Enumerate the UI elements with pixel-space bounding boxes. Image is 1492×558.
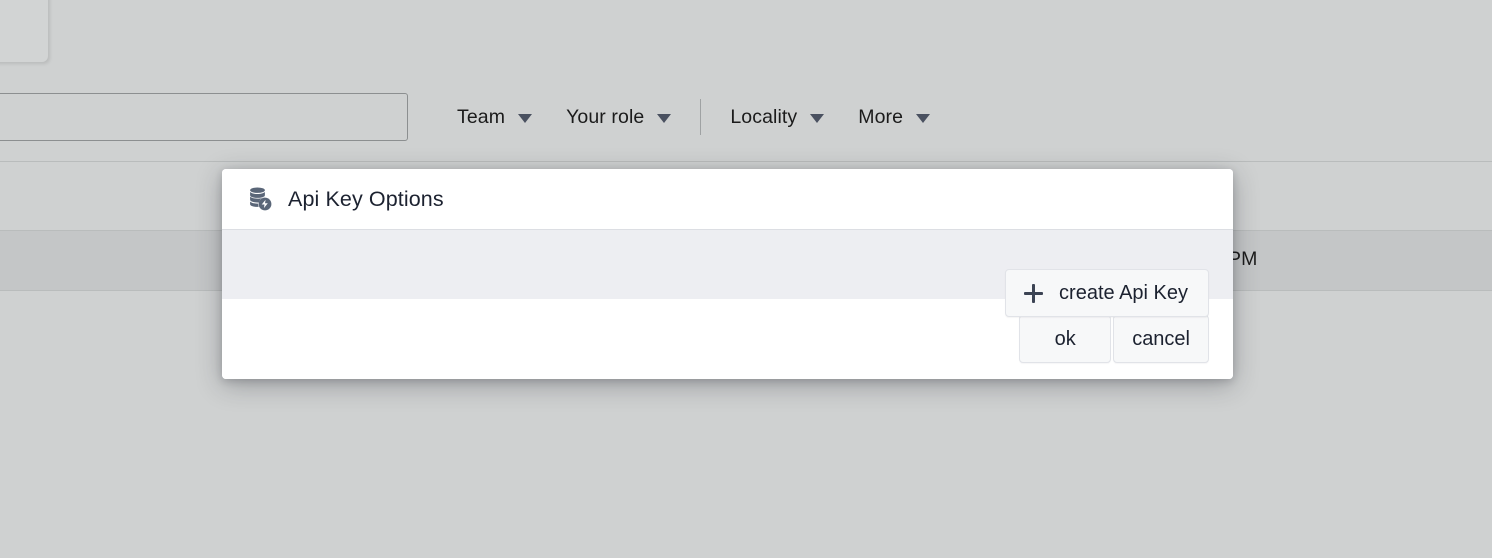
filter-more[interactable]: More — [841, 92, 947, 142]
chevron-down-icon — [916, 113, 931, 123]
database-lightning-icon — [246, 186, 272, 212]
cancel-button[interactable]: cancel — [1113, 315, 1209, 363]
chevron-down-icon — [657, 113, 672, 123]
table-rule — [0, 161, 1492, 162]
toolbar-divider — [700, 99, 702, 135]
filter-toolbar: Team Your role Locality More — [440, 92, 947, 142]
filter-your-role[interactable]: Your role — [549, 92, 688, 142]
filter-your-role-label: Your role — [566, 105, 645, 128]
plus-icon — [1024, 283, 1044, 303]
panel-card — [0, 0, 48, 62]
dialog-title: Api Key Options — [288, 186, 444, 211]
create-api-key-button[interactable]: create Api Key — [1005, 269, 1209, 317]
filter-team-label: Team — [457, 105, 506, 128]
api-key-options-dialog: Api Key Options create Api Key ok cancel — [222, 169, 1233, 379]
dialog-body: create Api Key — [222, 230, 1233, 317]
dialog-header: Api Key Options — [222, 169, 1233, 230]
filter-locality[interactable]: Locality — [713, 92, 841, 142]
create-api-key-label: create Api Key — [1059, 281, 1188, 304]
chevron-down-icon — [810, 113, 825, 123]
ok-button[interactable]: ok — [1019, 315, 1112, 363]
chevron-down-icon — [518, 113, 533, 123]
search-input[interactable] — [0, 93, 408, 141]
filter-locality-label: Locality — [730, 105, 798, 128]
filter-more-label: More — [858, 105, 904, 128]
filter-team[interactable]: Team — [440, 92, 549, 142]
